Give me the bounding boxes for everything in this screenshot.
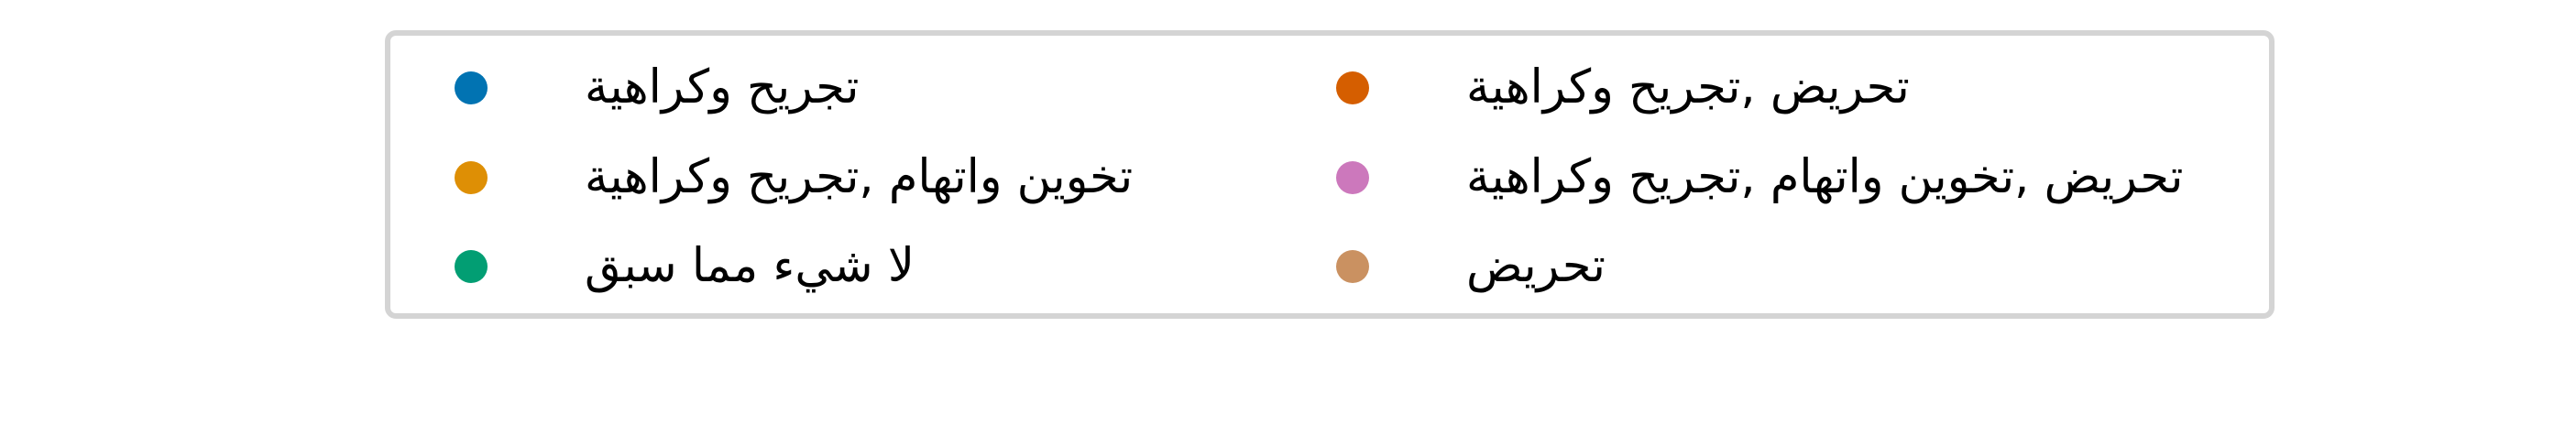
legend: تجريح وكراهية تخوين واتهام ,تجريح وكراهية… [385,30,2275,319]
legend-label: تحريض ,تخوين واتهام ,تجريح وكراهية [1466,150,2184,204]
legend-marker [1336,71,1369,104]
legend-label: تحريض [1466,239,1606,293]
legend-marker [1336,250,1369,283]
legend-label: تحريض ,تجريح وكراهية [1466,60,1910,114]
legend-entry: تحريض ,تجريح وكراهية [390,51,2269,125]
legend-entry: تحريض [390,230,2269,303]
legend-entry: تحريض ,تخوين واتهام ,تجريح وكراهية [390,141,2269,214]
legend-marker [1336,161,1369,194]
